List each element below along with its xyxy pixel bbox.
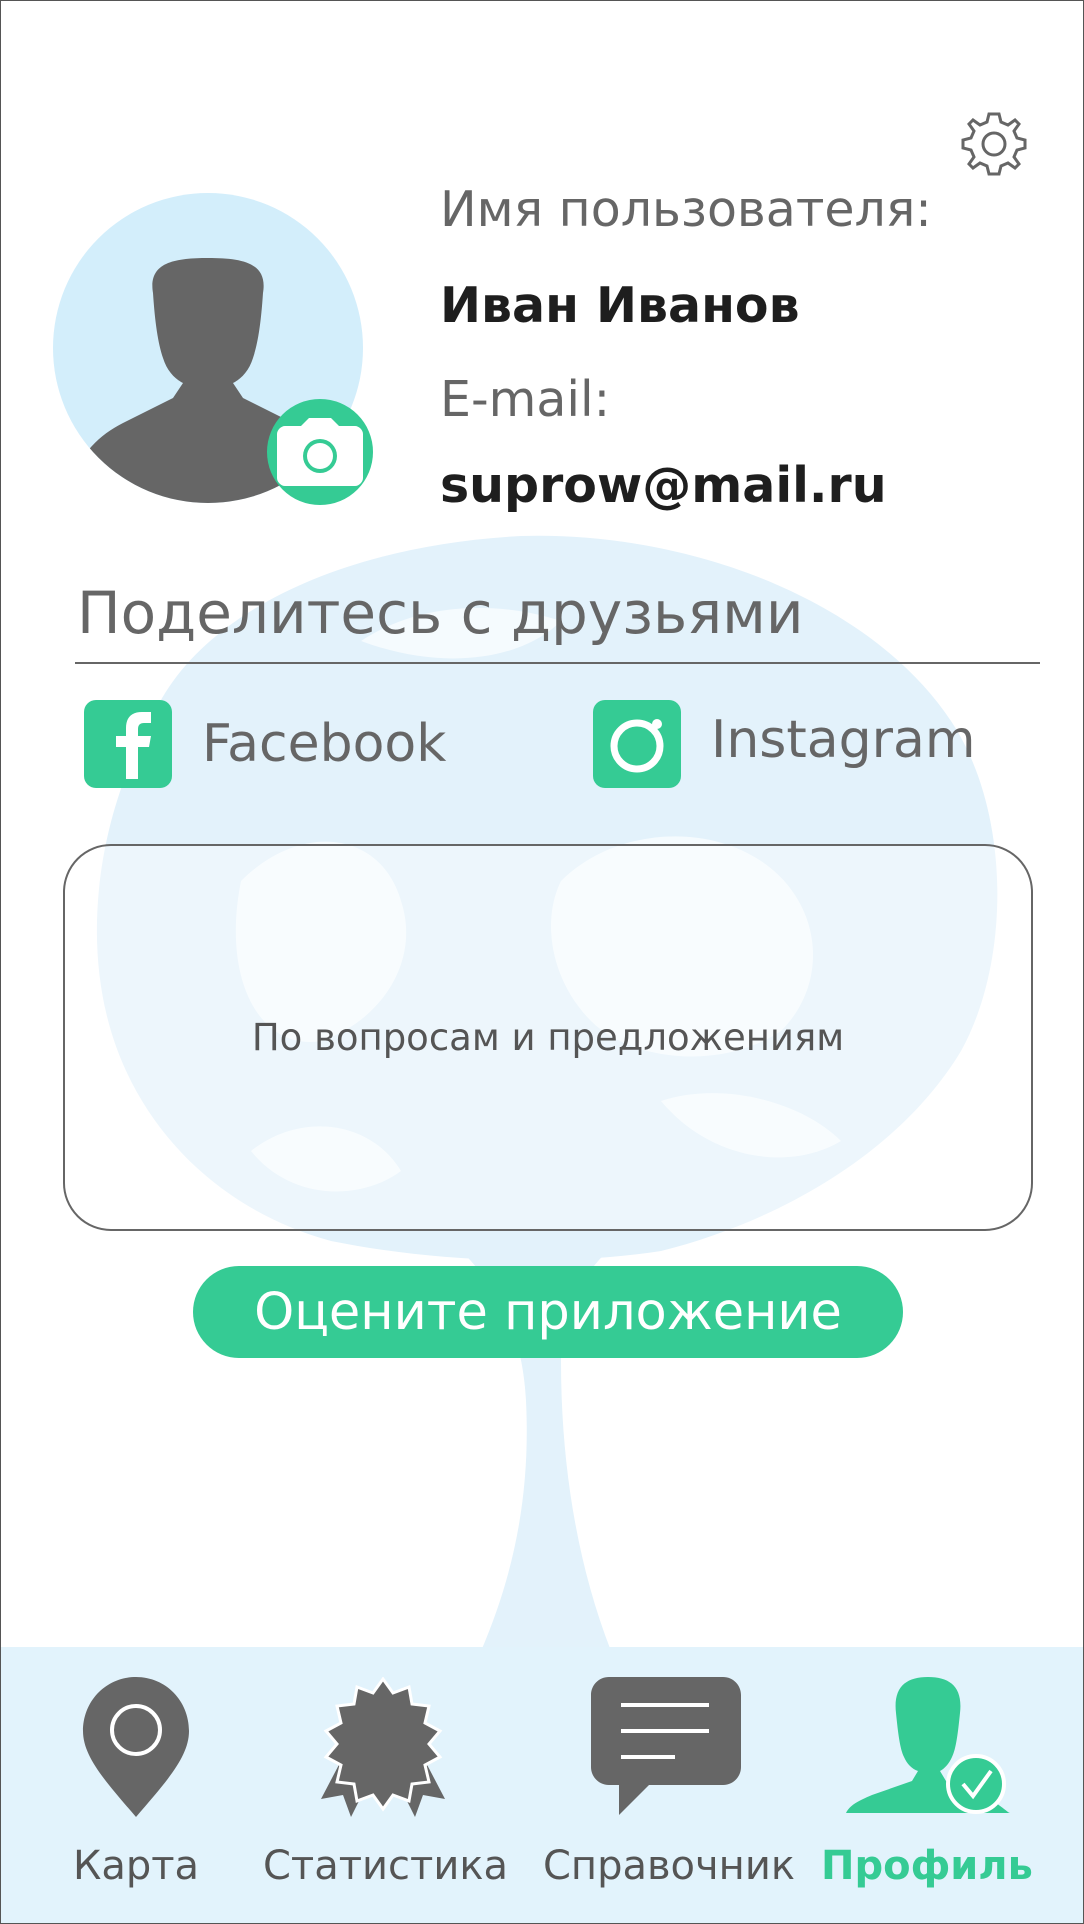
- username-label: Имя пользователя:: [440, 181, 932, 238]
- award-badge-icon: [321, 1677, 445, 1817]
- share-divider: [75, 662, 1040, 664]
- nav-label-statistics: Статистика: [263, 1843, 508, 1889]
- instagram-share-button[interactable]: Instagram: [593, 700, 976, 788]
- settings-gear-icon[interactable]: [959, 109, 1029, 179]
- camera-icon: [277, 418, 363, 486]
- chat-bubble-icon: [591, 1677, 741, 1815]
- username-value: Иван Иванов: [440, 277, 800, 334]
- nav-label-map: Карта: [72, 1843, 200, 1889]
- profile-screen: Имя пользователя: Иван Иванов E-mail: su…: [0, 0, 1084, 1924]
- nav-item-reference[interactable]: Справочник: [543, 1647, 795, 1923]
- profile-check-icon: [846, 1677, 1010, 1814]
- facebook-share-button[interactable]: Facebook: [84, 700, 446, 788]
- nav-item-statistics[interactable]: Статистика: [263, 1647, 508, 1923]
- email-label: E-mail:: [440, 371, 611, 428]
- email-value: suprow@mail.ru: [440, 457, 887, 514]
- share-title: Поделитесь с друзьями: [77, 579, 804, 647]
- nav-item-profile[interactable]: Профиль: [821, 1647, 1033, 1923]
- nav-label-profile: Профиль: [821, 1843, 1033, 1889]
- instagram-icon: [593, 700, 681, 788]
- instagram-label: Instagram: [711, 710, 976, 770]
- facebook-label: Facebook: [202, 714, 447, 774]
- nav-item-map[interactable]: Карта: [36, 1647, 236, 1923]
- nav-label-reference: Справочник: [543, 1843, 795, 1889]
- feedback-input[interactable]: По вопросам и предложениям: [63, 844, 1033, 1231]
- facebook-icon: [84, 700, 172, 788]
- map-pin-icon: [83, 1677, 189, 1817]
- rate-app-button[interactable]: Оцените приложение: [193, 1266, 903, 1358]
- change-photo-button[interactable]: [267, 399, 373, 505]
- feedback-placeholder: По вопросам и предложениям: [251, 1016, 845, 1059]
- bottom-nav: Карта Статистика Справочник Профиль: [1, 1647, 1083, 1923]
